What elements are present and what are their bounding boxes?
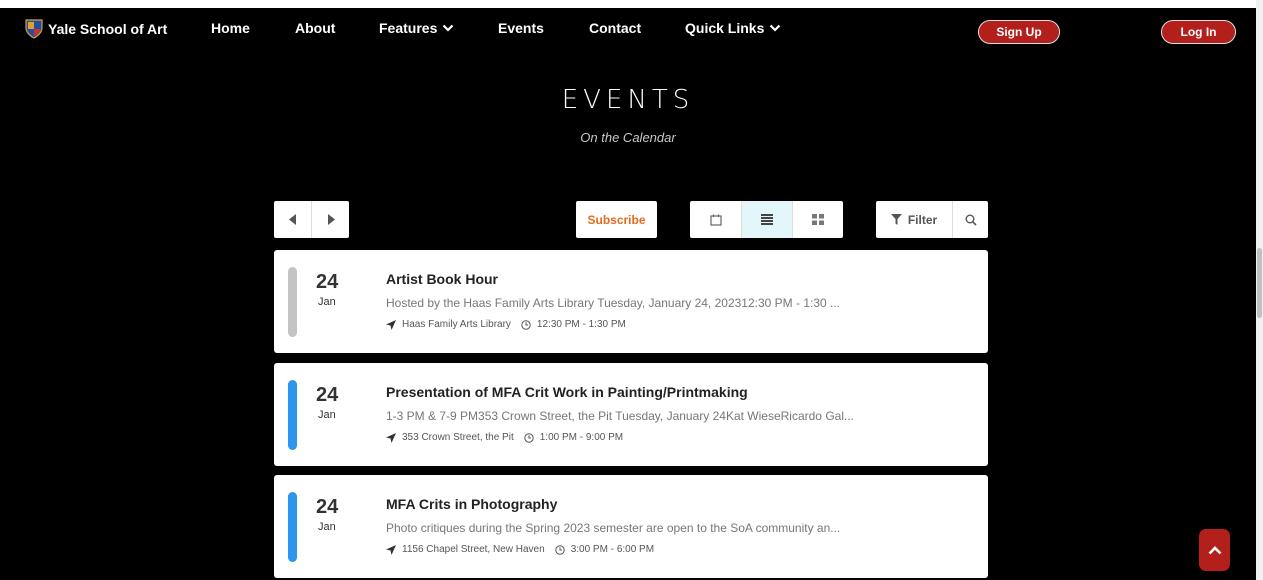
- event-location: 1156 Chapel Street, New Haven: [402, 544, 545, 555]
- login-button[interactable]: Log In: [1161, 20, 1236, 44]
- location-arrow-icon: [386, 544, 396, 555]
- event-day: 24: [316, 384, 339, 406]
- next-button[interactable]: [311, 201, 349, 238]
- event-month: Jan: [318, 409, 336, 421]
- event-card[interactable]: 24 Jan Presentation of MFA Crit Work in …: [274, 363, 988, 466]
- chevron-down-icon: [770, 24, 781, 32]
- event-day: 24: [316, 271, 339, 293]
- event-title[interactable]: Presentation of MFA Crit Work in Paintin…: [386, 384, 748, 400]
- caret-right-icon: [327, 214, 335, 225]
- calendar-icon: [709, 214, 722, 226]
- pager-group: [274, 201, 349, 238]
- event-meta: Haas Family Arts Library 12:30 PM - 1:30…: [386, 319, 626, 330]
- filter-icon: [890, 214, 902, 225]
- page: Yale School of Art Home About Features E…: [0, 8, 1256, 580]
- event-time: 1:00 PM - 9:00 PM: [539, 432, 624, 443]
- clock-icon: [554, 544, 565, 555]
- subscribe-button[interactable]: Subscribe: [576, 201, 657, 238]
- chevron-down-icon: [443, 24, 454, 32]
- event-description: Photo critiques during the Spring 2023 s…: [386, 521, 841, 535]
- nav-about[interactable]: About: [295, 20, 335, 36]
- event-location: 353 Crown Street, the Pit: [402, 432, 514, 443]
- brand-name: Yale School of Art: [48, 21, 168, 37]
- clock-icon: [524, 432, 534, 443]
- nav-events[interactable]: Events: [498, 20, 544, 36]
- event-title[interactable]: MFA Crits in Photography: [386, 496, 557, 512]
- scrollbar-thumb[interactable]: [1257, 248, 1262, 318]
- event-meta: 1156 Chapel Street, New Haven 3:00 PM - …: [386, 544, 654, 555]
- event-color-bar: [288, 380, 297, 450]
- event-location: Haas Family Arts Library: [402, 319, 511, 330]
- list-icon: [761, 214, 773, 225]
- event-description: 1-3 PM & 7-9 PM353 Crown Street, the Pit…: [386, 409, 854, 423]
- filter-search-group: Filter: [876, 201, 988, 238]
- event-month: Jan: [318, 521, 336, 533]
- chevron-up-icon: [1208, 545, 1221, 554]
- filter-button[interactable]: Filter: [876, 201, 952, 238]
- event-title[interactable]: Artist Book Hour: [386, 271, 498, 287]
- prev-button[interactable]: [274, 201, 311, 238]
- page-scrollbar[interactable]: [1256, 0, 1263, 580]
- page-subtitle: On the Calendar: [580, 130, 676, 145]
- yale-shield-icon: [25, 19, 43, 39]
- event-month: Jan: [318, 296, 336, 308]
- event-card[interactable]: 24 Jan MFA Crits in Photography Photo cr…: [274, 475, 988, 578]
- search-icon: [965, 214, 977, 226]
- nav-features[interactable]: Features: [379, 20, 454, 36]
- grid-icon: [812, 214, 824, 225]
- list-view-button[interactable]: [741, 201, 792, 238]
- event-color-bar: [288, 492, 297, 562]
- location-arrow-icon: [386, 432, 396, 443]
- search-button[interactable]: [952, 201, 988, 238]
- event-time: 3:00 PM - 6:00 PM: [570, 544, 655, 555]
- signup-button[interactable]: Sign Up: [978, 20, 1060, 44]
- caret-left-icon: [288, 214, 296, 225]
- brand-link[interactable]: Yale School of Art: [25, 19, 167, 39]
- grid-view-button[interactable]: [792, 201, 843, 238]
- event-time: 12:30 PM - 1:30 PM: [536, 319, 626, 330]
- event-description: Hosted by the Haas Family Arts Library T…: [386, 296, 841, 310]
- event-day: 24: [316, 496, 339, 518]
- calendar-view-button[interactable]: [690, 201, 741, 238]
- clock-icon: [521, 319, 531, 330]
- view-toggle-group: [690, 201, 843, 238]
- event-color-bar: [288, 267, 297, 337]
- event-meta: 353 Crown Street, the Pit 1:00 PM - 9:00…: [386, 432, 623, 443]
- page-title: EVENTS: [561, 85, 695, 115]
- nav-home[interactable]: Home: [211, 20, 250, 36]
- nav-quick-links[interactable]: Quick Links: [685, 20, 781, 36]
- filter-label: Filter: [907, 212, 938, 227]
- location-arrow-icon: [386, 319, 396, 330]
- back-to-top-button[interactable]: [1199, 529, 1230, 571]
- top-navbar: Yale School of Art Home About Features E…: [0, 8, 1256, 52]
- nav-quick-links-label: Quick Links: [685, 20, 765, 36]
- event-card[interactable]: 24 Jan Artist Book Hour Hosted by the Ha…: [274, 250, 988, 353]
- nav-features-label: Features: [379, 20, 438, 36]
- nav-contact[interactable]: Contact: [589, 20, 641, 36]
